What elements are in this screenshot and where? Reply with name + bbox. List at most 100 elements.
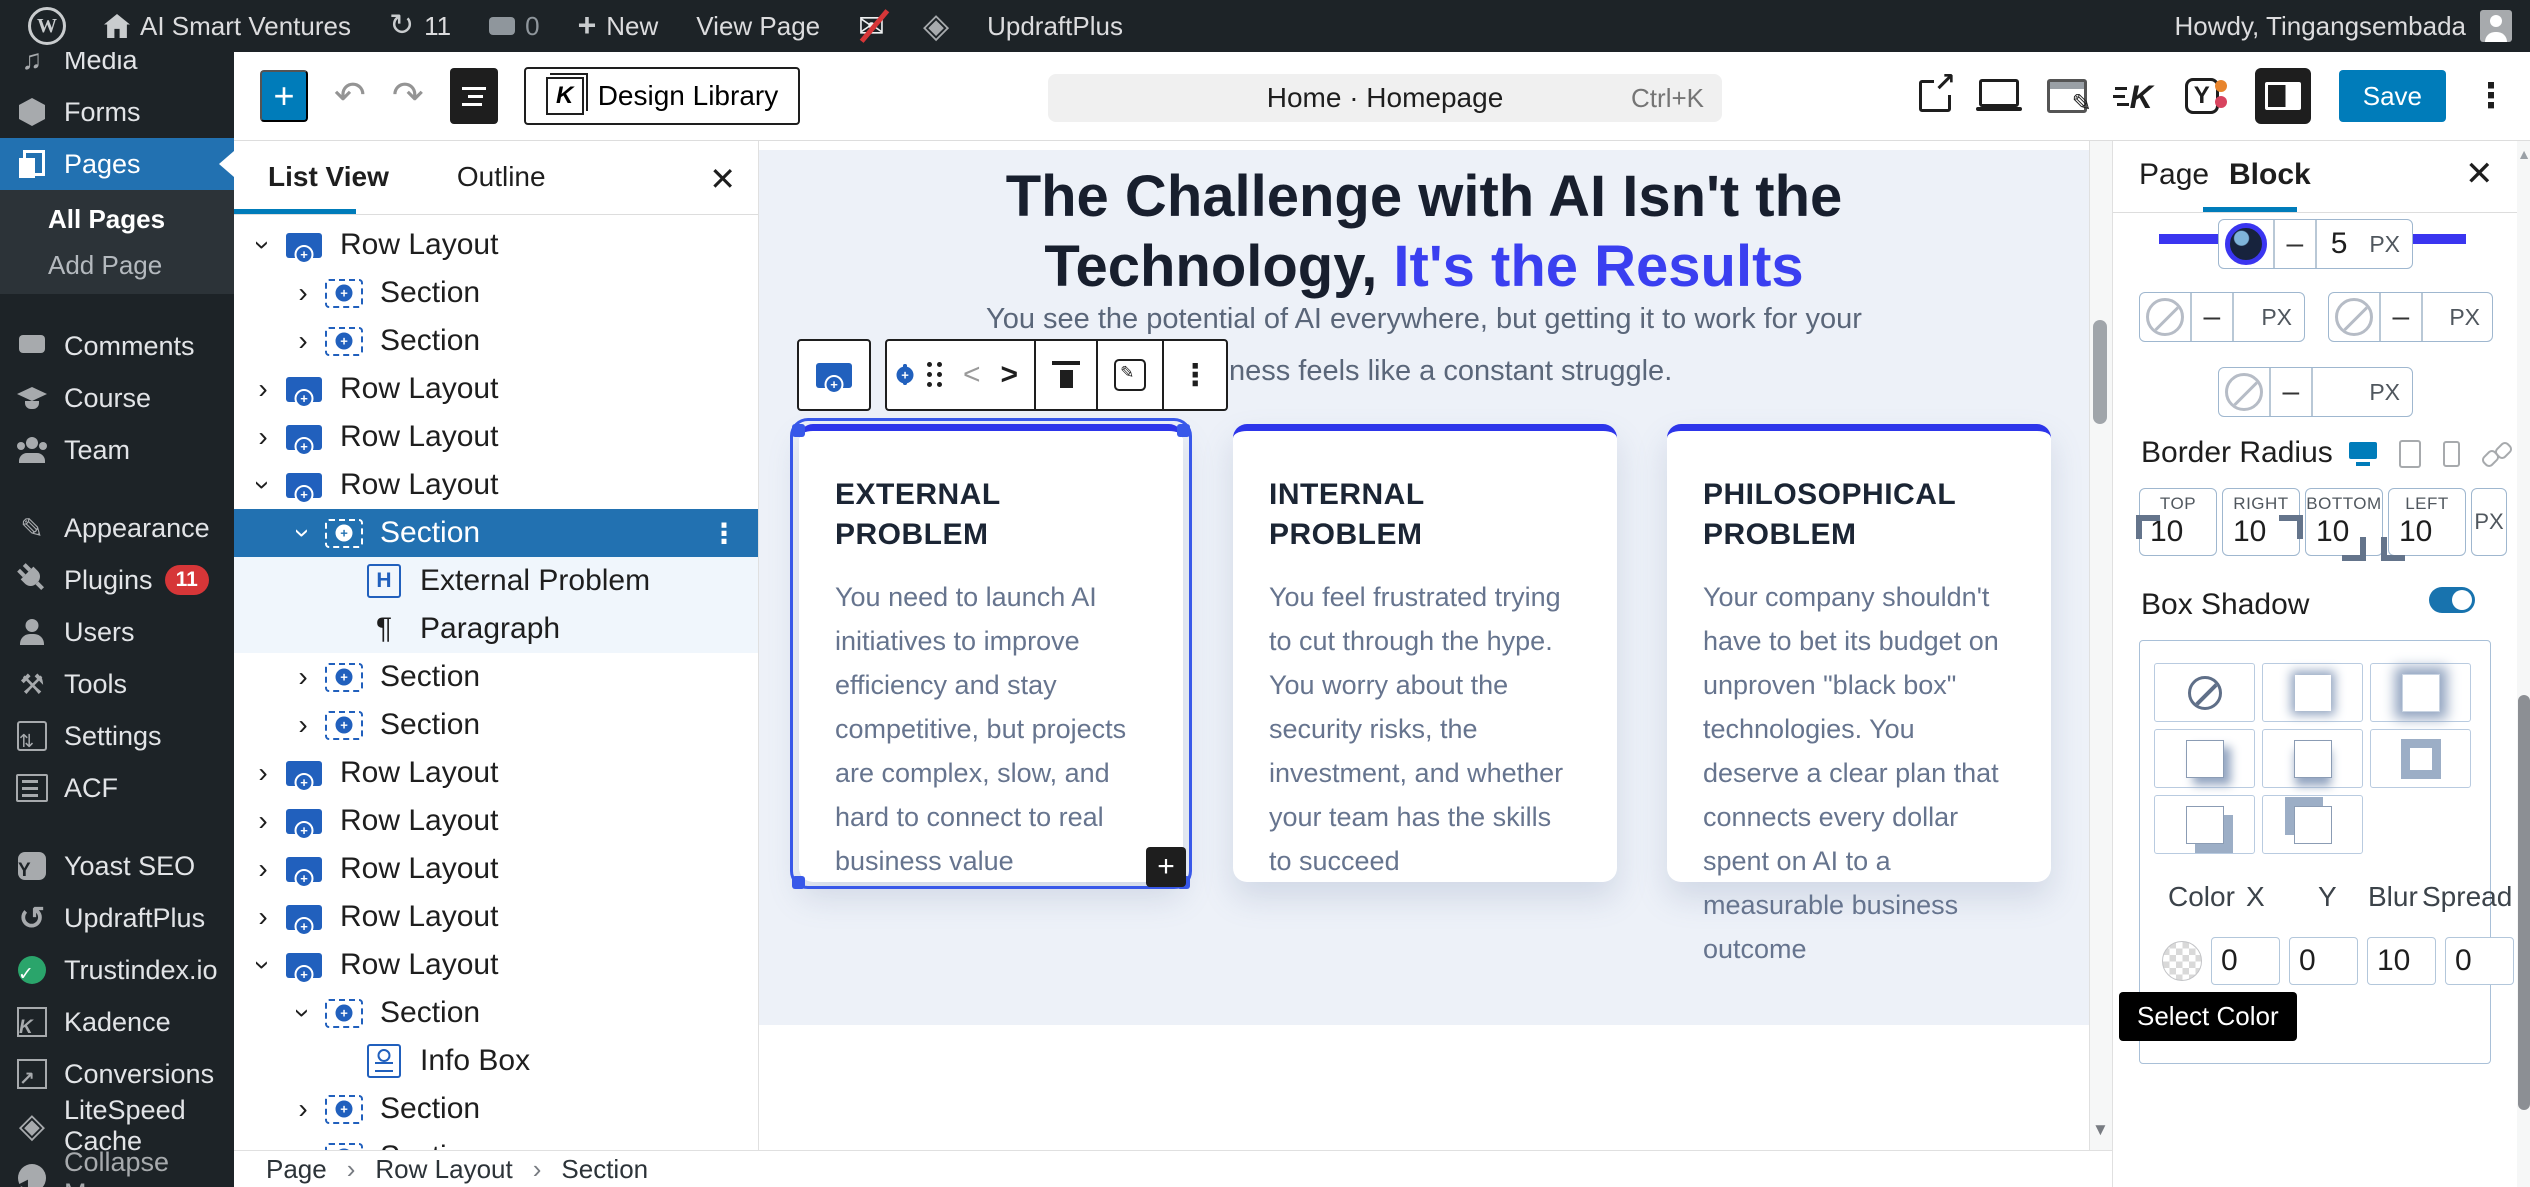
sidebar-item-kadence[interactable]: Kadence	[0, 996, 234, 1048]
submenu-item-all-pages[interactable]: All Pages	[0, 196, 234, 242]
list-view-item-row-layout[interactable]: Row Layout	[234, 797, 758, 845]
plugin-diamond-menu[interactable]: ◈	[911, 0, 961, 52]
shadow-x-input[interactable]: 0	[2211, 937, 2280, 985]
list-view-item-row-layout[interactable]: Row Layout	[234, 893, 758, 941]
inspector-scrollbar-thumb[interactable]	[2518, 695, 2530, 1110]
border-color-swatch-empty[interactable]	[2225, 373, 2263, 411]
chevron-right-icon[interactable]	[288, 1141, 318, 1150]
section-heading[interactable]: The Challenge with AI Isn't the Technolo…	[758, 162, 2090, 302]
sidebar-item-plugins[interactable]: Plugins11	[0, 554, 234, 606]
chevron-right-icon[interactable]	[288, 325, 318, 357]
chevron-right-icon[interactable]	[288, 661, 318, 693]
chevron-right-icon[interactable]	[248, 373, 278, 405]
list-view-item-row-layout[interactable]: Row Layout	[234, 365, 758, 413]
radius-input-left[interactable]: LEFT10	[2388, 488, 2466, 556]
shadow-preset-none[interactable]	[2154, 663, 2255, 722]
box-shadow-toggle[interactable]	[2429, 587, 2475, 613]
drag-handle-icon[interactable]	[927, 361, 943, 389]
redo-icon[interactable]: ↷	[392, 77, 424, 115]
list-view-item-section[interactable]: Section	[234, 1133, 758, 1150]
phone-icon[interactable]	[2443, 441, 2460, 467]
shadow-preset-glow-strong[interactable]	[2370, 663, 2471, 722]
section-block-icon[interactable]	[903, 366, 907, 384]
sidebar-item-acf[interactable]: ACF	[0, 762, 234, 814]
chevron-right-icon[interactable]	[288, 1093, 318, 1125]
shadow-preset-offset-blur[interactable]	[2154, 729, 2255, 788]
tab-outline[interactable]: Outline	[423, 140, 580, 214]
close-icon[interactable]: ✕	[2465, 154, 2494, 194]
sidebar-item-conversions[interactable]: Conversions	[0, 1048, 234, 1100]
sidebar-item-tools[interactable]: Tools	[0, 658, 234, 710]
border-color-swatch-empty[interactable]	[2335, 298, 2373, 336]
chevron-right-icon[interactable]	[248, 757, 278, 789]
list-view-toggle-button[interactable]	[450, 68, 498, 124]
chevron-right-icon[interactable]	[288, 277, 318, 309]
sidebar-item-course[interactable]: Course	[0, 372, 234, 424]
sidebar-item-media[interactable]: Media	[0, 52, 234, 86]
shadow-color-swatch[interactable]	[2162, 941, 2202, 981]
sidebar-item-updraftplus[interactable]: UpdraftPlus	[0, 892, 234, 944]
sidebar-item-trustindex-io[interactable]: Trustindex.io	[0, 944, 234, 996]
list-view-item-row-layout[interactable]: Row Layout	[234, 749, 758, 797]
edit-page-icon[interactable]	[2047, 79, 2087, 113]
list-view-item-row-layout[interactable]: Row Layout	[234, 461, 758, 509]
list-view-item-paragraph[interactable]: Paragraph	[234, 605, 758, 653]
site-name-link[interactable]: AI Smart Ventures	[92, 0, 363, 52]
chevron-down-icon[interactable]	[247, 230, 279, 260]
list-view-item-section[interactable]: Section	[234, 269, 758, 317]
sidebar-item-litespeed-cache[interactable]: LiteSpeed Cache	[0, 1100, 234, 1152]
list-view-item-section[interactable]: Section	[234, 701, 758, 749]
breadcrumb-section[interactable]: Section	[561, 1154, 648, 1185]
wordpress-menu[interactable]: W	[16, 0, 78, 52]
move-left-icon[interactable]: <	[963, 358, 981, 392]
sidebar-item-yoast-seo[interactable]: Yoast SEO	[0, 840, 234, 892]
border-style-select[interactable]: –	[2192, 300, 2233, 334]
sidebar-item-settings[interactable]: Settings	[0, 710, 234, 762]
sidebar-item-pages[interactable]: Pages	[0, 138, 234, 190]
shadow-preset-offset-solid[interactable]	[2154, 795, 2255, 854]
shadow-preset-inset[interactable]	[2370, 729, 2471, 788]
block-appender-button[interactable]: +	[1146, 847, 1186, 887]
chevron-down-icon[interactable]	[287, 998, 319, 1028]
sidebar-item-collapse-menu[interactable]: Collapse Menu	[0, 1152, 234, 1187]
scroll-down-icon[interactable]: ▼	[2092, 1120, 2109, 1140]
tablet-icon[interactable]	[2399, 440, 2421, 468]
comments-link[interactable]: 0	[477, 0, 551, 52]
avatar[interactable]	[2480, 10, 2512, 42]
document-title-bar[interactable]: Home · Homepage Ctrl+K	[1048, 74, 1722, 122]
block-inserter-button[interactable]: +	[260, 70, 308, 122]
chevron-right-icon[interactable]	[248, 901, 278, 933]
new-content-menu[interactable]: + New	[566, 0, 671, 52]
tab-block[interactable]: Block	[2229, 158, 2311, 192]
border-style-select[interactable]: –	[2381, 300, 2422, 334]
list-view-item-row-layout[interactable]: Row Layout	[234, 941, 758, 989]
design-library-button[interactable]: Design Library	[524, 67, 801, 125]
sidebar-item-users[interactable]: Users	[0, 606, 234, 658]
border-color-swatch-empty[interactable]	[2146, 298, 2184, 336]
parent-row-layout-button[interactable]	[797, 339, 871, 411]
radius-unit-select[interactable]: PX	[2471, 488, 2507, 556]
border-unit[interactable]: PX	[2261, 304, 2304, 331]
desktop-icon[interactable]	[2349, 442, 2377, 466]
border-unit[interactable]: PX	[2369, 231, 2412, 258]
chevron-right-icon[interactable]	[248, 805, 278, 837]
next-section-heading[interactable]: We Know What It's Like to Build and	[758, 1143, 2090, 1150]
submenu-item-add-page[interactable]: Add Page	[0, 242, 234, 288]
breadcrumb-row-layout[interactable]: Row Layout	[375, 1154, 512, 1185]
shadow-preset-bottom-blur[interactable]	[2262, 729, 2363, 788]
copy-styles-icon[interactable]	[1114, 359, 1146, 391]
card-external-problem[interactable]: EXTERNAL PROBLEMYou need to launch AI in…	[799, 424, 1183, 882]
settings-sidebar-toggle[interactable]	[2255, 68, 2311, 124]
list-view-item-row-layout[interactable]: Row Layout	[234, 413, 758, 461]
card-philosophical-problem[interactable]: PHILOSOPHICAL PROBLEMYour company should…	[1667, 424, 2051, 882]
shadow-y-input[interactable]: 0	[2289, 937, 2358, 985]
list-view-item-row-layout[interactable]: Row Layout	[234, 845, 758, 893]
radius-input-bottom[interactable]: BOTTOM10	[2305, 488, 2383, 556]
border-color-swatch[interactable]	[2225, 223, 2267, 265]
tab-list-view[interactable]: List View	[234, 140, 423, 214]
sidebar-item-forms[interactable]: Forms	[0, 86, 234, 138]
updates-link[interactable]: ↻ 11	[377, 0, 463, 52]
view-page-link[interactable]: View Page	[684, 0, 832, 52]
list-view-item-row-layout[interactable]: Row Layout	[234, 221, 758, 269]
chevron-down-icon[interactable]	[247, 470, 279, 500]
